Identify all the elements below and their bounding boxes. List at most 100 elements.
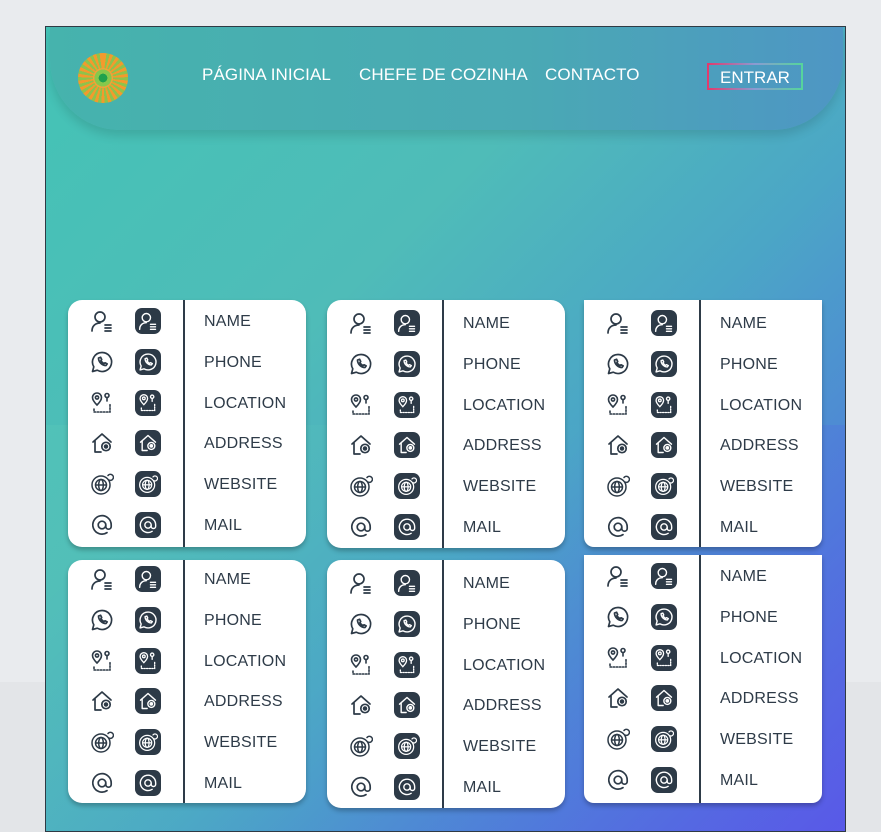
card-row-phone: PHONE — [584, 349, 822, 379]
card-row-label: MAIL — [463, 779, 502, 796]
card-row-label: NAME — [204, 313, 252, 330]
card-row-mail: MAIL — [584, 765, 822, 795]
nav-item-home[interactable]: PÁGINA INICIAL — [202, 65, 331, 85]
at-box-icon[interactable] — [651, 767, 677, 793]
globe-box-icon[interactable] — [394, 473, 420, 500]
contact-card: NAME PHONE LOCATION ADDRESS WEBSITE MAIL — [68, 560, 306, 803]
user-icon — [90, 567, 114, 591]
logo[interactable] — [78, 53, 128, 103]
card-row-name: NAME — [68, 564, 306, 594]
card-row-mail: MAIL — [327, 772, 565, 802]
card-row-address: ADDRESS — [584, 683, 822, 713]
globe-box-icon[interactable] — [394, 733, 420, 760]
contact-card: NAME PHONE LOCATION ADDRESS WEBSITE MAIL — [68, 300, 306, 547]
card-row-address: ADDRESS — [584, 430, 822, 460]
card-row-label: NAME — [204, 571, 252, 588]
home-pin-icon — [90, 689, 114, 713]
globe-box-icon[interactable] — [135, 729, 161, 756]
user-box-icon[interactable] — [135, 308, 161, 334]
card-row-label: ADDRESS — [463, 697, 542, 715]
whatsapp-box-icon[interactable] — [394, 350, 420, 377]
globe-box-icon[interactable] — [135, 471, 161, 498]
at-box-icon[interactable] — [135, 770, 161, 796]
card-row-label: ADDRESS — [720, 690, 799, 708]
card-row-label: ADDRESS — [204, 435, 283, 453]
globe-icon — [606, 474, 631, 498]
card-row-label: ADDRESS — [720, 437, 799, 455]
card-row-label: WEBSITE — [720, 731, 794, 749]
card-row-label: MAIL — [720, 519, 759, 536]
location-box-icon[interactable] — [651, 391, 677, 418]
at-icon — [606, 768, 630, 792]
home-pin-box-icon[interactable] — [394, 692, 420, 719]
user-icon — [90, 309, 114, 333]
at-box-icon[interactable] — [394, 514, 420, 540]
card-row-label: NAME — [463, 315, 511, 332]
user-icon — [349, 311, 373, 335]
location-box-icon[interactable] — [135, 647, 161, 674]
card-row-phone: PHONE — [584, 602, 822, 632]
card-row-phone: PHONE — [327, 609, 565, 639]
location-box-icon[interactable] — [651, 644, 677, 671]
at-icon — [90, 771, 114, 795]
location-box-icon[interactable] — [135, 389, 161, 416]
card-row-label: LOCATION — [720, 396, 803, 414]
home-pin-box-icon[interactable] — [135, 430, 161, 457]
location-box-icon[interactable] — [394, 391, 420, 418]
globe-box-icon[interactable] — [651, 473, 677, 500]
location-icon — [90, 391, 114, 415]
whatsapp-box-icon[interactable] — [651, 350, 677, 377]
user-icon — [606, 311, 630, 335]
card-row-label: PHONE — [204, 353, 262, 371]
contact-card: NAME PHONE LOCATION ADDRESS WEBSITE MAIL — [327, 560, 565, 808]
card-row-location: LOCATION — [584, 643, 822, 673]
login-button[interactable]: ENTRAR — [707, 63, 803, 90]
at-box-icon[interactable] — [651, 514, 677, 540]
card-row-label: WEBSITE — [204, 476, 278, 494]
at-box-icon[interactable] — [135, 512, 161, 538]
card-row-website: WEBSITE — [584, 471, 822, 501]
card-row-label: PHONE — [720, 355, 778, 373]
card-row-label: NAME — [720, 568, 768, 585]
at-icon — [349, 515, 373, 539]
whatsapp-icon — [90, 350, 114, 374]
nav-item-chef[interactable]: CHEFE DE COZINHA — [359, 65, 528, 85]
home-pin-box-icon[interactable] — [651, 432, 677, 459]
card-row-name: NAME — [327, 308, 565, 338]
card-row-location: LOCATION — [68, 388, 306, 418]
user-box-icon[interactable] — [394, 310, 420, 336]
card-row-phone: PHONE — [68, 605, 306, 635]
card-row-label: LOCATION — [204, 652, 287, 670]
contact-card: NAME PHONE LOCATION ADDRESS WEBSITE MAIL — [584, 555, 822, 803]
card-row-label: WEBSITE — [463, 738, 537, 756]
card-row-website: WEBSITE — [327, 471, 565, 501]
card-row-name: NAME — [584, 308, 822, 338]
home-pin-box-icon[interactable] — [394, 432, 420, 459]
whatsapp-box-icon[interactable] — [394, 610, 420, 637]
card-row-mail: MAIL — [68, 510, 306, 540]
home-pin-box-icon[interactable] — [135, 688, 161, 715]
whatsapp-box-icon[interactable] — [651, 603, 677, 630]
user-box-icon[interactable] — [394, 570, 420, 596]
card-row-label: LOCATION — [720, 649, 803, 667]
card-row-label: MAIL — [720, 772, 759, 789]
card-row-label: WEBSITE — [463, 478, 537, 496]
at-box-icon[interactable] — [394, 774, 420, 800]
nav-item-contact[interactable]: CONTACTO — [545, 65, 640, 85]
card-row-label: MAIL — [204, 517, 243, 534]
whatsapp-box-icon[interactable] — [135, 606, 161, 633]
card-row-address: ADDRESS — [327, 690, 565, 720]
user-box-icon[interactable] — [135, 566, 161, 592]
card-row-label: ADDRESS — [204, 693, 283, 711]
globe-box-icon[interactable] — [651, 726, 677, 753]
whatsapp-icon — [606, 605, 630, 629]
location-icon — [90, 649, 114, 673]
user-box-icon[interactable] — [651, 310, 677, 336]
location-box-icon[interactable] — [394, 651, 420, 678]
home-pin-box-icon[interactable] — [651, 685, 677, 712]
contact-card: NAME PHONE LOCATION ADDRESS WEBSITE MAIL — [327, 300, 565, 548]
whatsapp-icon — [90, 608, 114, 632]
whatsapp-box-icon[interactable] — [135, 348, 161, 375]
user-box-icon[interactable] — [651, 563, 677, 589]
card-row-website: WEBSITE — [584, 724, 822, 754]
